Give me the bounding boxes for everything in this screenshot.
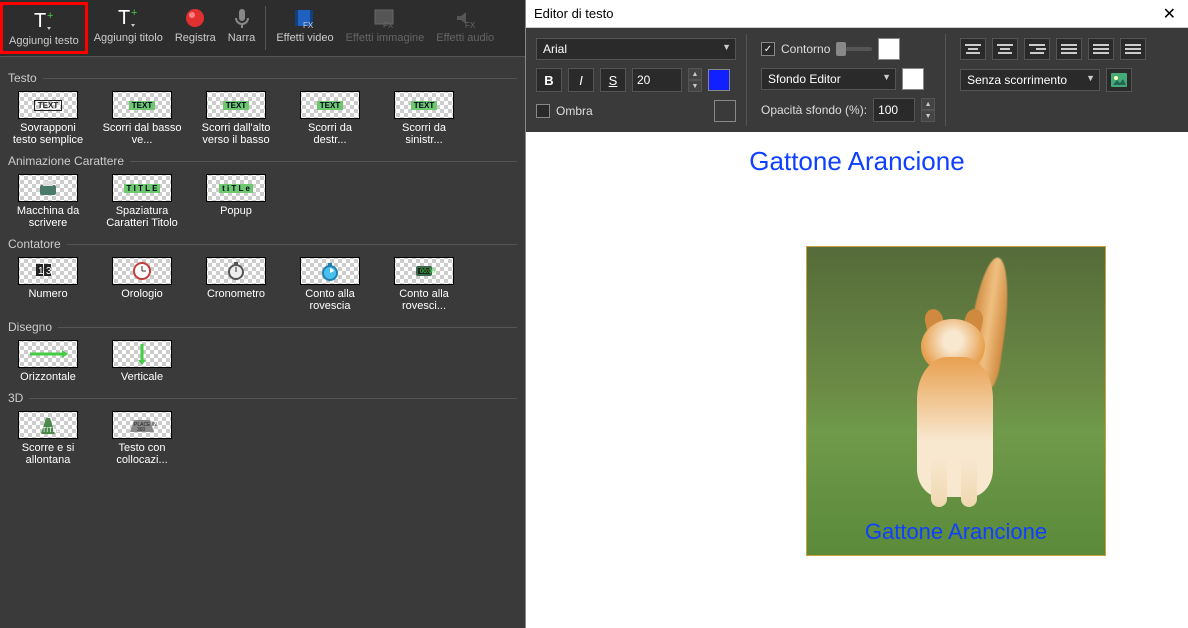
- record-icon: [183, 6, 207, 30]
- mic-icon: [230, 6, 254, 30]
- preset-popup[interactable]: t i T L ePopup: [196, 174, 276, 229]
- editor-title-label: Editor di testo: [534, 6, 614, 21]
- svg-text:FX: FX: [383, 21, 394, 30]
- editor-canvas[interactable]: Gattone Arancione Gattone Arancione: [526, 132, 1188, 628]
- opacity-label: Opacità sfondo (%):: [761, 103, 867, 117]
- preset-countdown-2[interactable]: 00:00Conto alla rovesci...: [384, 257, 464, 312]
- align-center-button[interactable]: [992, 38, 1018, 60]
- overlay-text: Gattone Arancione: [865, 519, 1047, 545]
- main-toolbar: T+ Aggiungi testo T+ Aggiungi titolo Reg…: [0, 0, 525, 57]
- svg-text:+: +: [131, 7, 137, 19]
- image-fx-icon: FX: [373, 6, 397, 30]
- title-add-icon: T+: [116, 6, 140, 30]
- record-button[interactable]: Registra: [169, 2, 222, 54]
- svg-text:TITLE: TITLE: [42, 427, 61, 434]
- contour-color-swatch[interactable]: [878, 38, 900, 60]
- text-color-swatch[interactable]: [708, 69, 730, 91]
- svg-text:FX: FX: [465, 21, 476, 30]
- preset-scroll-bottom[interactable]: TEXTScorri dal basso ve...: [102, 91, 182, 146]
- section-text: Testo: [8, 71, 517, 85]
- preset-typewriter[interactable]: Macchina da scrivere: [8, 174, 88, 229]
- video-fx-button[interactable]: FX Effetti video: [270, 2, 339, 54]
- shadow-color-swatch[interactable]: [714, 100, 736, 122]
- contour-label: Contorno: [781, 42, 830, 56]
- preset-scroll-left[interactable]: TEXTScorri da sinistr...: [384, 91, 464, 146]
- preset-scroll-away[interactable]: TITLEScorre e si allontana: [8, 411, 88, 466]
- valign-bot-button[interactable]: [1120, 38, 1146, 60]
- headline-text[interactable]: Gattone Arancione: [749, 146, 964, 177]
- section-drawing: Disegno: [8, 320, 517, 334]
- section-char-anim: Animazione Carattere: [8, 154, 517, 168]
- svg-text:00:00: 00:00: [420, 269, 436, 275]
- svg-text:3: 3: [46, 266, 52, 277]
- bg-group: ✓ Contorno Sfondo Editor Opacità sfondo …: [757, 34, 946, 126]
- shadow-checkbox[interactable]: [536, 104, 550, 118]
- preset-number[interactable]: 13Numero: [8, 257, 88, 312]
- contour-checkbox[interactable]: ✓: [761, 42, 775, 56]
- preset-clock[interactable]: Orologio: [102, 257, 182, 312]
- opacity-spinner[interactable]: ▲▼: [921, 98, 935, 122]
- section-counter: Contatore: [8, 237, 517, 251]
- image-fx-button[interactable]: FX Effetti immagine: [340, 2, 431, 54]
- presets-panel: Testo TEXTSovrapponi testo semplice TEXT…: [0, 57, 525, 628]
- audio-fx-icon: FX: [453, 6, 477, 30]
- text-editor-panel: Editor di testo ✕ Arial B I S ▲▼ Ombra: [525, 0, 1188, 628]
- preview-image: Gattone Arancione: [806, 246, 1106, 556]
- align-group: Senza scorrimento: [956, 34, 1156, 126]
- narrate-button[interactable]: Narra: [222, 2, 262, 54]
- add-title-button[interactable]: T+ Aggiungi titolo: [88, 2, 169, 54]
- opacity-input[interactable]: [873, 98, 915, 122]
- video-fx-icon: FX: [293, 6, 317, 30]
- section-3d: 3D: [8, 391, 517, 405]
- preset-overlay-simple-text[interactable]: TEXTSovrapponi testo semplice: [8, 91, 88, 146]
- preset-title-spacing[interactable]: T I T L ESpaziatura Caratteri Titolo: [102, 174, 182, 229]
- shadow-label: Ombra: [556, 104, 593, 118]
- valign-top-button[interactable]: [1056, 38, 1082, 60]
- contour-slider[interactable]: [836, 47, 872, 51]
- underline-button[interactable]: S: [600, 68, 626, 92]
- editor-title-bar: Editor di testo ✕: [526, 0, 1188, 28]
- preset-placed-text[interactable]: PLACE IN360Testo con collocazi...: [102, 411, 182, 466]
- svg-text:T: T: [118, 7, 130, 29]
- align-right-button[interactable]: [1024, 38, 1050, 60]
- bg-color-swatch[interactable]: [902, 68, 924, 90]
- preset-scroll-top[interactable]: TEXTScorri dall'alto verso il basso: [196, 91, 276, 146]
- bg-mode-select[interactable]: Sfondo Editor: [761, 68, 896, 90]
- close-icon[interactable]: ✕: [1159, 4, 1180, 24]
- scroll-mode-select[interactable]: Senza scorrimento: [960, 69, 1100, 91]
- svg-text:FX: FX: [303, 21, 314, 30]
- font-select[interactable]: Arial: [536, 38, 736, 60]
- font-size-input[interactable]: [632, 68, 682, 92]
- preset-scroll-right[interactable]: TEXTScorri da destr...: [290, 91, 370, 146]
- preset-stopwatch[interactable]: Cronometro: [196, 257, 276, 312]
- preset-horizontal[interactable]: Orizzontale: [8, 340, 88, 383]
- svg-text:360: 360: [137, 427, 146, 433]
- preset-countdown[interactable]: Conto alla rovescia: [290, 257, 370, 312]
- add-text-button[interactable]: T+ Aggiungi testo: [0, 2, 88, 54]
- audio-fx-button[interactable]: FX Effetti audio: [430, 2, 500, 54]
- svg-text:+: +: [47, 10, 53, 22]
- align-left-button[interactable]: [960, 38, 986, 60]
- valign-mid-button[interactable]: [1088, 38, 1114, 60]
- font-group: Arial B I S ▲▼ Ombra: [532, 34, 747, 126]
- svg-text:1: 1: [38, 266, 44, 277]
- editor-toolbar: Arial B I S ▲▼ Ombra ✓ Contorno: [526, 28, 1188, 132]
- italic-button[interactable]: I: [568, 68, 594, 92]
- svg-text:T: T: [34, 10, 46, 32]
- bold-button[interactable]: B: [536, 68, 562, 92]
- font-size-spinner[interactable]: ▲▼: [688, 68, 702, 92]
- left-panel: T+ Aggiungi testo T+ Aggiungi titolo Reg…: [0, 0, 525, 628]
- preset-vertical[interactable]: Verticale: [102, 340, 182, 383]
- text-add-icon: T+: [32, 9, 56, 33]
- image-button[interactable]: [1106, 68, 1132, 92]
